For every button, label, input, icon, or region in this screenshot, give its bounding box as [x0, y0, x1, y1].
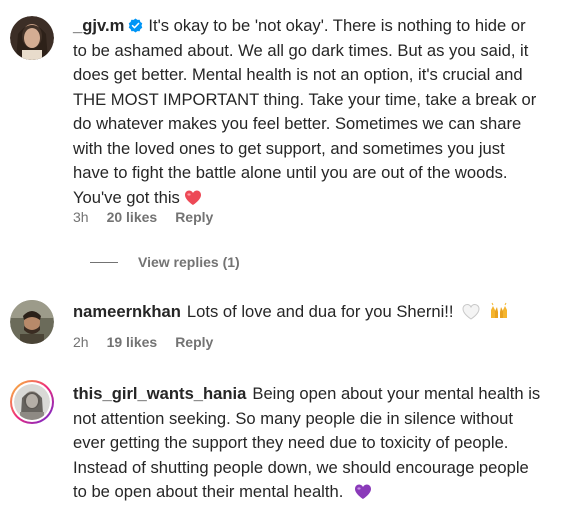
avatar[interactable]: [10, 16, 54, 60]
red-heart-icon: [185, 190, 202, 205]
view-replies-label: View replies (1): [138, 254, 240, 270]
raising-hands-icon: [490, 302, 507, 318]
comment-line: Being open about your mental health is: [252, 384, 541, 403]
timestamp[interactable]: 2h: [73, 334, 89, 350]
avatar-image: [14, 384, 50, 420]
divider: [90, 261, 118, 263]
comment-text: this_girl_wants_hania Being open about yo…: [73, 382, 560, 505]
comment-line: It's okay to be 'not okay'. There is not…: [148, 16, 526, 35]
reply-button[interactable]: Reply: [175, 209, 213, 225]
verified-badge-icon: [129, 18, 143, 33]
comment-line: You've got this: [73, 187, 180, 207]
comment-text: nameernkhan Lots of love and dua for you …: [73, 300, 560, 325]
comment-line: does get better. Mental health is not an…: [73, 65, 523, 84]
avatar-image: [10, 16, 54, 60]
comment-body: Lots of love and dua for you Sherni!!: [186, 302, 454, 321]
white-heart-icon: [462, 304, 480, 320]
likes-count[interactable]: 20 likes: [107, 209, 158, 225]
avatar[interactable]: [10, 300, 54, 344]
comment-meta: 2h 19 likes Reply: [73, 334, 213, 350]
likes-count[interactable]: 19 likes: [107, 334, 158, 350]
comment-text: _gjv.m It's okay to be 'not okay'. There …: [73, 14, 560, 210]
comment-line: to be ashamed about. We all go dark time…: [73, 40, 529, 60]
comment-line: Instead of shutting people down, we shou…: [73, 457, 529, 477]
avatar-inner: [12, 382, 52, 422]
comment-line: have to fight the battle alone until you…: [73, 163, 508, 182]
username[interactable]: this_girl_wants_hania: [73, 384, 246, 403]
purple-heart-icon: [354, 484, 371, 499]
comment-line: ever getting the support they need due t…: [73, 433, 509, 452]
avatar-image: [10, 300, 54, 344]
comment-line: to be open about their mental health.: [73, 482, 344, 501]
view-replies-button[interactable]: View replies (1): [90, 254, 240, 270]
username[interactable]: nameernkhan: [73, 302, 181, 321]
comment-line: do whatever makes you feel better. Somet…: [73, 114, 522, 133]
comment-line: with the loved ones to get support, and …: [73, 138, 505, 158]
comment-line: not attention seeking. So many people di…: [73, 408, 514, 428]
avatar-story-ring[interactable]: [10, 380, 54, 424]
reply-button[interactable]: Reply: [175, 334, 213, 350]
username[interactable]: _gjv.m: [73, 16, 124, 35]
timestamp[interactable]: 3h: [73, 209, 89, 225]
comment-line: THE MOST IMPORTANT thing. Take your time…: [73, 89, 537, 109]
comment-meta: 3h 20 likes Reply: [73, 209, 213, 225]
